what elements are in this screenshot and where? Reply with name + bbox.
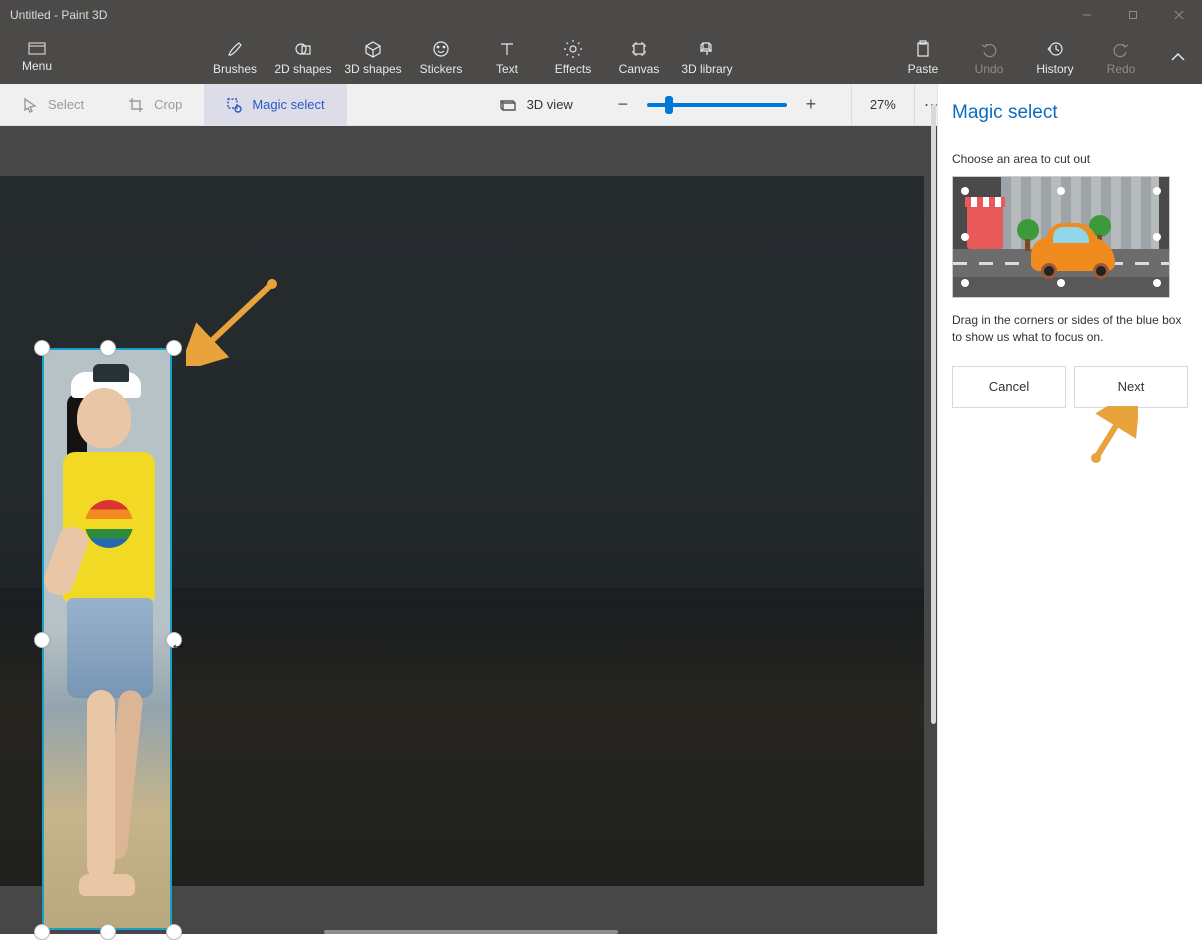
cursor-icon (22, 97, 38, 113)
horizontal-scrollbar[interactable] (324, 930, 618, 934)
shapes-2d-icon (293, 39, 313, 59)
menu-button[interactable]: Menu (0, 30, 74, 84)
tab-effects[interactable]: Effects (540, 30, 606, 84)
minimize-button[interactable] (1064, 0, 1110, 30)
zoom-percent[interactable]: 27% (851, 84, 915, 125)
history-button[interactable]: History (1022, 30, 1088, 84)
brush-icon (225, 39, 245, 59)
tutorial-arrow-selection (186, 276, 286, 366)
tab-label: Brushes (213, 62, 257, 76)
tab-label: Text (496, 62, 518, 76)
tab-brushes[interactable]: Brushes (202, 30, 268, 84)
crop-label: Crop (154, 97, 182, 112)
canvas-icon (629, 39, 649, 59)
side-panel: Magic select Choose an area to cut out D… (937, 84, 1202, 934)
maximize-button[interactable] (1110, 0, 1156, 30)
tab-label: 3D shapes (344, 62, 401, 76)
magic-select-icon (226, 97, 242, 113)
selection-handle-top[interactable] (100, 340, 116, 356)
selection-handle-bottom-right[interactable] (166, 924, 182, 940)
view-3d-icon (499, 98, 517, 112)
tab-label: Stickers (420, 62, 463, 76)
selection-handle-top-left[interactable] (34, 340, 50, 356)
tab-canvas[interactable]: Canvas (606, 30, 672, 84)
tab-3d-shapes[interactable]: 3D shapes (338, 30, 408, 84)
ribbon: Menu Brushes 2D shapes 3D shapes Sticker… (0, 30, 1202, 84)
shapes-3d-icon (363, 39, 383, 59)
crop-tool[interactable]: Crop (106, 84, 204, 125)
tab-label: Effects (555, 62, 591, 76)
next-button[interactable]: Next (1074, 366, 1188, 408)
menu-label: Menu (22, 59, 52, 73)
undo-label: Undo (975, 62, 1004, 76)
paste-icon (913, 39, 933, 59)
tab-3d-library[interactable]: 3D library (672, 30, 742, 84)
select-tool[interactable]: Select (0, 84, 106, 125)
tab-label: 3D library (681, 62, 732, 76)
chevron-up-icon (1170, 52, 1186, 62)
magic-select-area[interactable] (42, 348, 172, 930)
panel-description: Drag in the corners or sides of the blue… (952, 312, 1188, 346)
library-icon (697, 39, 717, 59)
tab-label: Canvas (619, 62, 660, 76)
history-icon (1045, 39, 1065, 59)
tab-stickers[interactable]: Stickers (408, 30, 474, 84)
undo-icon (979, 39, 999, 59)
paste-label: Paste (908, 62, 939, 76)
close-button[interactable] (1156, 0, 1202, 30)
cancel-button[interactable]: Cancel (952, 366, 1066, 408)
expand-ribbon-button[interactable] (1154, 30, 1202, 84)
view-3d-toggle[interactable]: 3D view (499, 84, 573, 125)
select-label: Select (48, 97, 84, 112)
magic-select-tool[interactable]: Magic select (204, 84, 346, 125)
history-label: History (1036, 62, 1073, 76)
view-3d-label: 3D view (527, 97, 573, 112)
sticker-icon (431, 39, 451, 59)
panel-title: Magic select (952, 102, 1188, 124)
panel-illustration (952, 176, 1170, 298)
workspace: ↔ (0, 126, 937, 934)
paste-button[interactable]: Paste (890, 30, 956, 84)
tab-2d-shapes[interactable]: 2D shapes (268, 30, 338, 84)
window-title: Untitled - Paint 3D (10, 8, 107, 22)
redo-icon (1111, 39, 1131, 59)
zoom-in-button[interactable]: + (801, 95, 821, 115)
resize-cursor-icon: ↔ (170, 636, 186, 654)
selection-handle-bottom-left[interactable] (34, 924, 50, 940)
crop-icon (128, 97, 144, 113)
tab-label: 2D shapes (274, 62, 331, 76)
selection-handle-top-right[interactable] (166, 340, 182, 356)
panel-scrollbar[interactable] (931, 104, 936, 724)
zoom-out-button[interactable]: − (613, 95, 633, 115)
tab-text[interactable]: Text (474, 30, 540, 84)
selection-handle-bottom[interactable] (100, 924, 116, 940)
redo-button[interactable]: Redo (1088, 30, 1154, 84)
redo-label: Redo (1107, 62, 1136, 76)
person-preview (57, 358, 157, 918)
text-icon (497, 39, 517, 59)
effects-icon (563, 39, 583, 59)
tutorial-arrow-next (1088, 406, 1138, 466)
zoom-slider[interactable] (647, 103, 787, 107)
panel-hint: Choose an area to cut out (952, 152, 1188, 166)
undo-button[interactable]: Undo (956, 30, 1022, 84)
selection-handle-left[interactable] (34, 632, 50, 648)
titlebar: Untitled - Paint 3D (0, 0, 1202, 30)
magic-select-label: Magic select (252, 97, 324, 112)
